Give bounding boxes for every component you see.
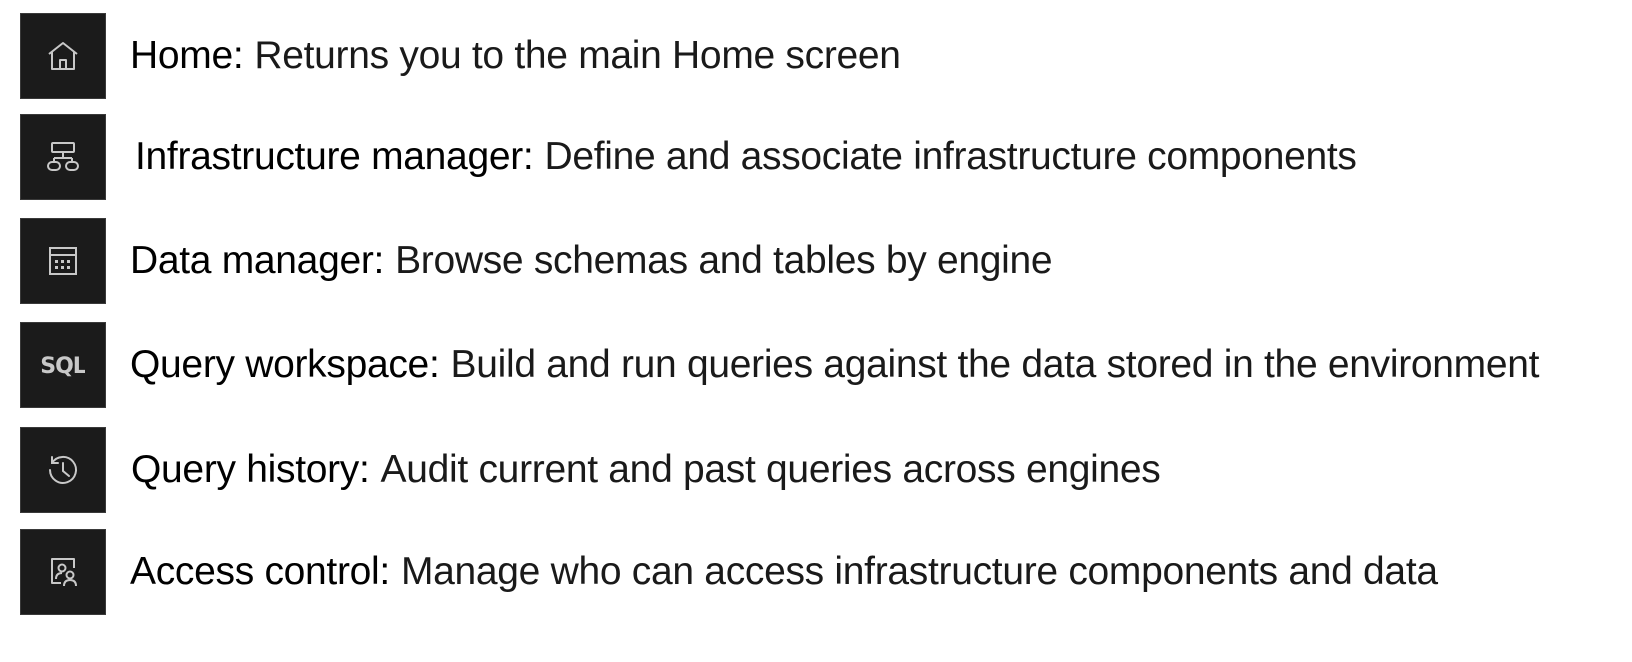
list-item-query-history: Query history: Audit current and past qu…	[0, 427, 1632, 513]
description-text: Returns you to the main Home screen	[254, 34, 901, 77]
term-label: Query history:	[131, 448, 370, 491]
list-item-infrastructure-manager: Infrastructure manager: Define and assoc…	[0, 114, 1632, 200]
list-item-query-workspace: SQL Query workspace: Build and run queri…	[0, 322, 1632, 408]
list-item-data-manager: Data manager: Browse schemas and tables …	[0, 218, 1632, 304]
data-manager-icon[interactable]	[20, 218, 106, 304]
sql-icon-text: SQL	[41, 354, 85, 379]
infrastructure-icon[interactable]	[20, 114, 106, 200]
list-item-home: Home: Returns you to the main Home scree…	[0, 13, 1632, 99]
description-text: Manage who can access infrastructure com…	[400, 550, 1438, 593]
description-text: Build and run queries against the data s…	[450, 343, 1540, 386]
term-label: Access control:	[130, 550, 390, 593]
term-label: Infrastructure manager:	[135, 135, 534, 178]
list-item-access-control: Access control: Manage who can access in…	[0, 529, 1632, 615]
description-text: Define and associate infrastructure comp…	[544, 135, 1357, 178]
history-icon[interactable]	[20, 427, 106, 513]
home-icon[interactable]	[20, 13, 106, 99]
access-control-icon[interactable]	[20, 529, 106, 615]
term-label: Home:	[130, 34, 244, 77]
term-label: Data manager:	[130, 239, 385, 282]
description-text: Audit current and past queries across en…	[380, 448, 1161, 491]
sql-icon[interactable]: SQL	[20, 322, 106, 408]
description-text: Browse schemas and tables by engine	[395, 239, 1053, 282]
term-label: Query workspace:	[130, 343, 440, 386]
